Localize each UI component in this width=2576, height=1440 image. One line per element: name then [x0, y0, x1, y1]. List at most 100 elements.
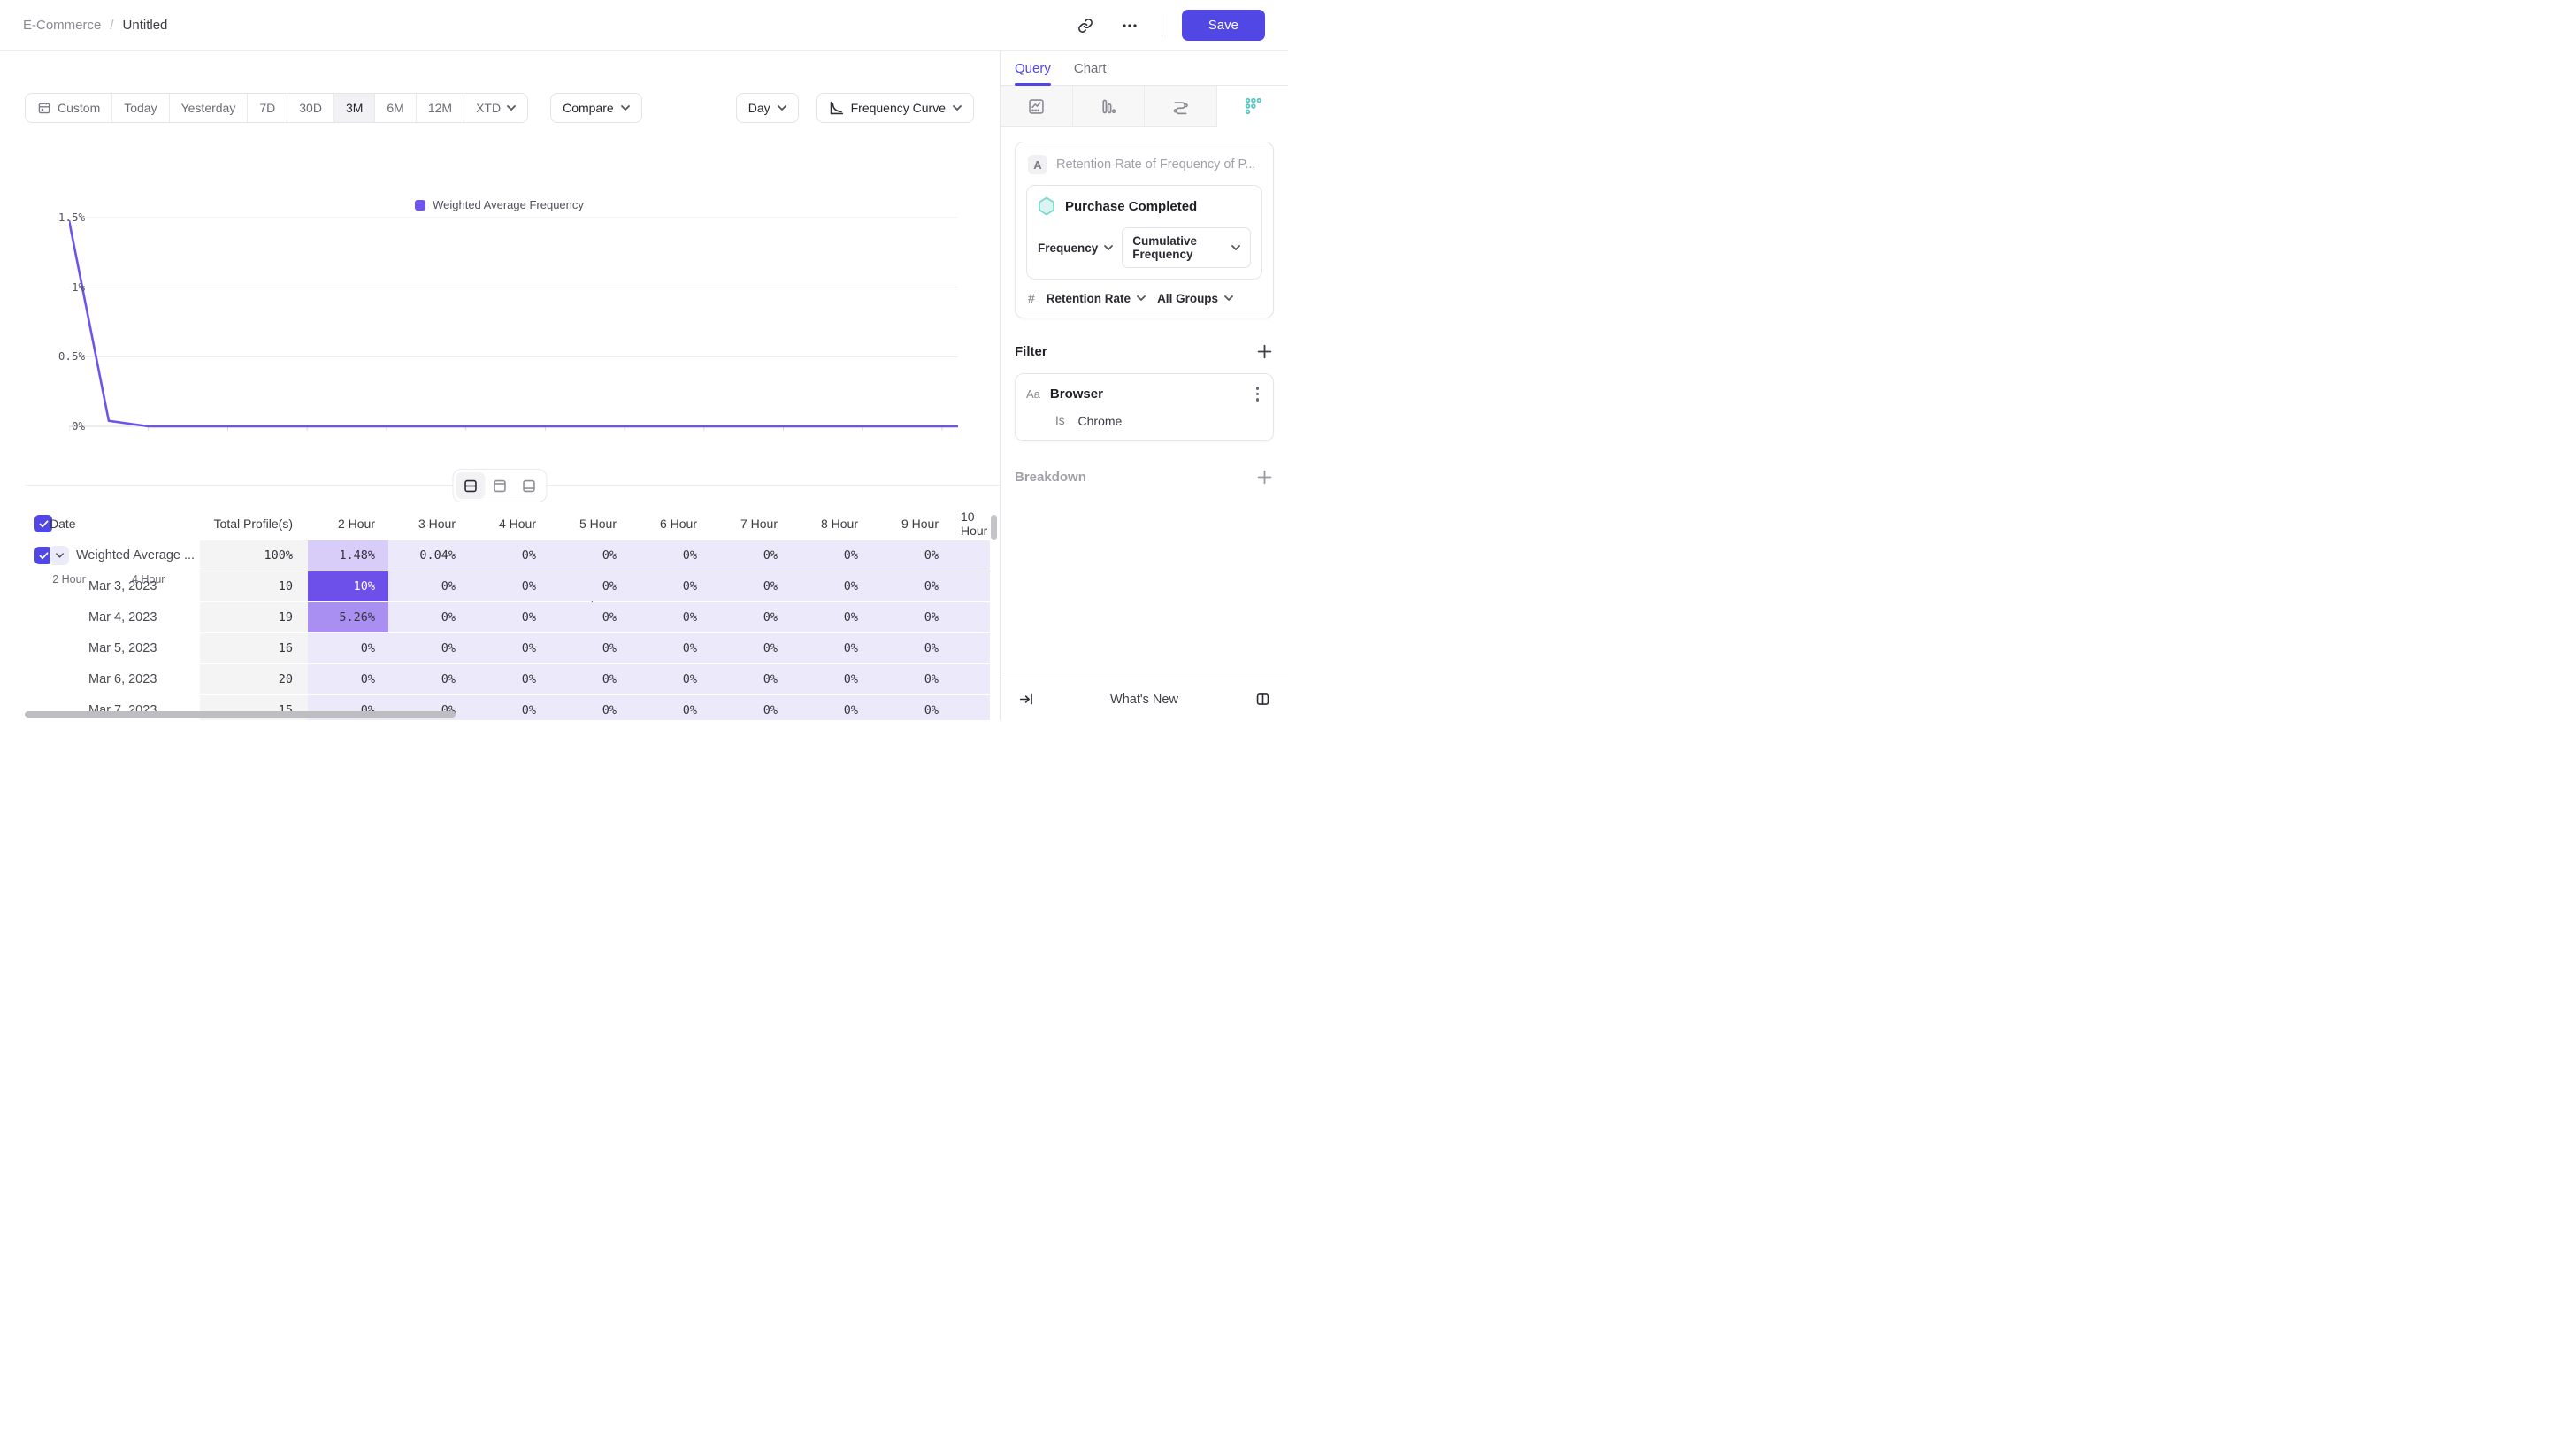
vertical-scrollbar[interactable]: [991, 515, 997, 540]
report-type-flows-tab[interactable]: [1145, 86, 1217, 127]
topbar: E-Commerce / Untitled Save: [0, 0, 1288, 51]
total-profiles-cell: 19: [200, 602, 308, 632]
total-profiles-cell: 10: [200, 571, 308, 601]
filter-value[interactable]: Chrome: [1078, 414, 1123, 428]
tab-query[interactable]: Query: [1015, 51, 1051, 85]
retention-value: 0%: [522, 672, 536, 686]
bar-chart-icon: [1099, 97, 1117, 116]
granularity-dropdown[interactable]: Day: [736, 93, 799, 123]
horizontal-scrollbar[interactable]: [25, 711, 456, 718]
event-selector[interactable]: Purchase Completed: [1038, 196, 1251, 216]
breadcrumb-separator: /: [110, 18, 113, 33]
retention-cell: 0%: [871, 540, 952, 571]
legend-item-weighted-average[interactable]: Weighted Average Frequency: [415, 198, 584, 211]
tab-chart[interactable]: Chart: [1074, 51, 1107, 85]
total-profiles-value: 10: [279, 579, 293, 594]
layout-table-only-button[interactable]: [515, 472, 544, 499]
frequency-type-dropdown[interactable]: Cumulative Frequency: [1122, 227, 1251, 268]
column-header-label: 3 Hour: [418, 517, 456, 531]
retention-value: 0%: [924, 672, 939, 686]
legend-label: Weighted Average Frequency: [433, 198, 584, 211]
event-hexagon-icon: [1038, 196, 1055, 216]
retention-cell-clipped: [952, 602, 990, 632]
toggle-side-by-side-button[interactable]: [1251, 688, 1274, 711]
retention-value: 0%: [844, 703, 858, 717]
range-label: Custom: [58, 101, 100, 115]
retention-cell: 0%: [549, 602, 630, 632]
row-date-label: Mar 6, 2023: [88, 672, 157, 686]
range-30d-button[interactable]: 30D: [288, 94, 334, 122]
breadcrumb-report-title[interactable]: Untitled: [123, 18, 168, 33]
retention-value: 0%: [522, 579, 536, 594]
retention-cell: 0%: [630, 695, 710, 720]
range-xtd-button[interactable]: XTD: [464, 94, 527, 122]
filter-property[interactable]: Browser: [1050, 387, 1243, 402]
column-header-label: 4 Hour: [499, 517, 536, 531]
range-7d-button[interactable]: 7D: [248, 94, 288, 122]
filter-operator[interactable]: Is: [1055, 414, 1065, 427]
chart-style-dropdown[interactable]: Frequency Curve: [816, 93, 974, 123]
range-custom-button[interactable]: Custom: [26, 94, 112, 122]
range-label: 12M: [428, 101, 452, 115]
retention-cell: 0%: [630, 602, 710, 632]
panel-footer: What's New: [1000, 678, 1288, 720]
column-header-hour: 3 Hour: [388, 517, 469, 531]
breadcrumb-project-link[interactable]: E-Commerce: [23, 18, 101, 33]
row-date-label: Mar 5, 2023: [88, 641, 157, 655]
layout-chart-only-button[interactable]: [486, 472, 515, 499]
add-breakdown-button[interactable]: [1254, 468, 1274, 487]
report-type-retention-tab[interactable]: [1217, 86, 1289, 127]
copy-link-button[interactable]: [1073, 13, 1098, 38]
range-label: 7D: [259, 101, 275, 115]
range-6m-button[interactable]: 6M: [375, 94, 416, 122]
retention-value: 0%: [441, 579, 456, 594]
metric-label: Retention Rate: [1046, 292, 1131, 305]
retention-cell: 0%: [469, 633, 549, 663]
frequency-dropdown[interactable]: Frequency: [1038, 241, 1113, 255]
total-profiles-value: 20: [279, 672, 293, 686]
whats-new-link[interactable]: What's New: [1038, 693, 1251, 707]
y-axis-tick: 0.5%: [37, 349, 85, 363]
retention-cell: 0%: [791, 633, 871, 663]
column-header-hour: 6 Hour: [630, 517, 710, 531]
report-type-funnels-tab[interactable]: [1073, 86, 1146, 127]
column-header-hour: 2 Hour: [308, 517, 388, 531]
metric-dropdown[interactable]: Retention Rate: [1046, 292, 1146, 305]
panel-body: A Retention Rate of Frequency of P... Pu…: [1000, 127, 1288, 502]
retention-value: 0%: [683, 703, 697, 717]
total-profiles-value: 16: [279, 641, 293, 655]
report-type-insights-tab[interactable]: [1000, 86, 1073, 127]
column-header-label: 10 Hour: [961, 509, 990, 538]
layout-split-view-button[interactable]: [456, 472, 486, 499]
retention-cell: 0%: [388, 633, 469, 663]
range-3m-button[interactable]: 3M: [334, 94, 375, 122]
groups-dropdown[interactable]: All Groups: [1157, 292, 1233, 305]
retention-value: 0%: [763, 579, 778, 594]
compare-button[interactable]: Compare: [550, 93, 642, 123]
column-header-label: 5 Hour: [579, 517, 617, 531]
range-label: 3M: [346, 101, 363, 115]
chevron-down-icon: [56, 553, 64, 558]
add-filter-button[interactable]: [1254, 341, 1274, 361]
filter-card: Aa Browser Is Chrome: [1015, 373, 1274, 441]
save-button[interactable]: Save: [1182, 10, 1265, 41]
range-12m-button[interactable]: 12M: [417, 94, 464, 122]
filter-kebab-menu[interactable]: [1253, 385, 1263, 403]
frequency-label: Frequency: [1038, 241, 1098, 255]
breakdown-heading: Breakdown: [1015, 470, 1086, 485]
arrow-to-bar-icon: [1019, 692, 1034, 707]
row-expander-button[interactable]: [50, 546, 69, 565]
range-yesterday-button[interactable]: Yesterday: [170, 94, 249, 122]
flows-icon: [1171, 97, 1190, 116]
frequency-chart: Weighted Average Frequency Users did A a…: [25, 193, 974, 467]
more-options-button[interactable]: [1117, 13, 1142, 38]
retention-cell: 0%: [710, 664, 791, 694]
retention-value: 0%: [683, 548, 697, 563]
step-letter-badge: A: [1028, 155, 1047, 174]
date-range-group: Custom TodayYesterday 7D 30D 3M 6M 12M XTD: [25, 93, 528, 123]
chart-style-label: Frequency Curve: [851, 101, 946, 115]
collapse-panel-button[interactable]: [1015, 688, 1038, 711]
range-today-button[interactable]: Today: [112, 94, 169, 122]
retention-cell: 0%: [630, 540, 710, 571]
retention-value: 0%: [441, 672, 456, 686]
